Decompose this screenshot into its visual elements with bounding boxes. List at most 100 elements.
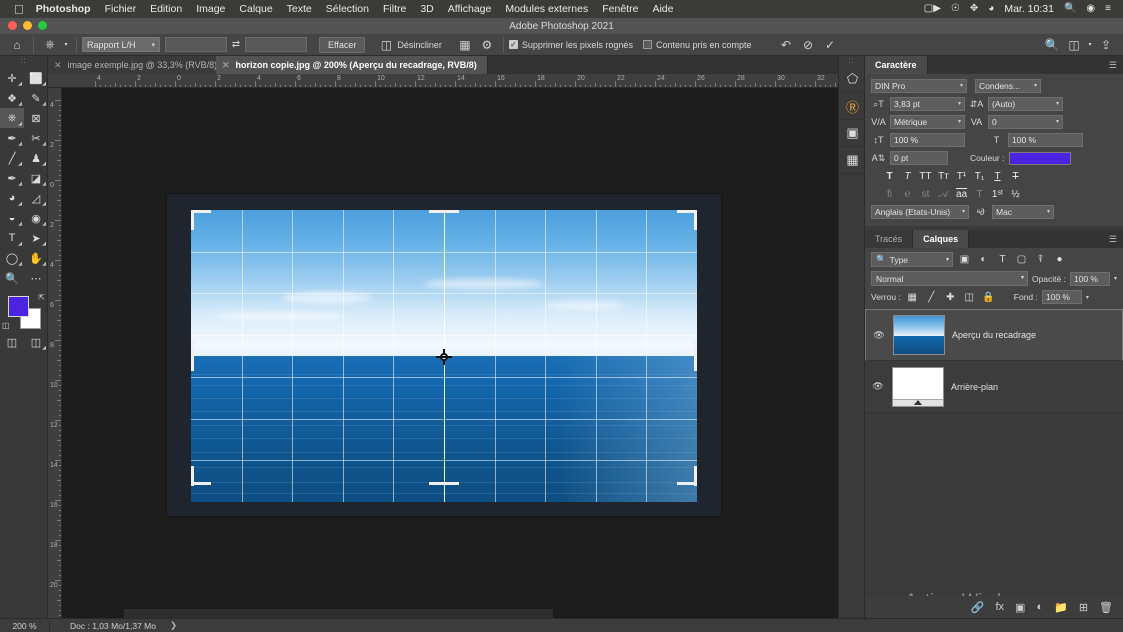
layer-row-arriere-plan[interactable]: 👁 Arrière-plan [865, 361, 1123, 413]
close-icon[interactable]: ✕ [222, 60, 230, 71]
tool-preset-chevron-icon[interactable]: ▾ [61, 35, 71, 55]
screen-record-icon[interactable]: ▢▶ [924, 4, 941, 14]
aspect-ratio-select[interactable]: Rapport L/H ▾ [82, 37, 160, 52]
control-center-icon[interactable]: ≡ [1105, 4, 1111, 14]
menu-fenetre[interactable]: Fenêtre [602, 3, 638, 15]
baseline-shift-input[interactable]: 0 pt [890, 151, 948, 165]
crop-tool-icon[interactable]: ⎈ [39, 35, 61, 55]
zoom-level[interactable]: 200 % [0, 620, 50, 631]
document-canvas[interactable] [167, 194, 721, 516]
tab-traces[interactable]: Tracés [865, 230, 914, 248]
eyedropper-tool[interactable]: ✒ ◢ [0, 128, 24, 148]
eye-icon[interactable]: 👁 [871, 381, 885, 392]
menu-calque[interactable]: Calque [239, 3, 272, 15]
chevron-down-icon[interactable]: ▾ [1114, 275, 1117, 282]
lock-artboard-icon[interactable]: ◫ [962, 292, 977, 303]
all-caps-icon[interactable]: TT [917, 169, 934, 184]
adjustments-panel-icon[interactable]: ▣ [839, 120, 866, 147]
delete-cropped-pixels-checkbox[interactable]: Supprimer les pixels rognés [508, 40, 633, 50]
quick-selection-tool[interactable]: ✎ ◢ [24, 88, 48, 108]
libraries-panel-icon[interactable]: ▦ [839, 147, 866, 174]
vertical-scale-input[interactable]: 100 % [890, 133, 965, 147]
contextual-alternates-icon[interactable]: ℮ [899, 187, 916, 202]
frame-tool[interactable]: ⊠ [24, 108, 48, 128]
content-aware-checkbox[interactable]: Contenu pris en compte [642, 40, 752, 50]
crop-handle-bottom-left[interactable] [191, 482, 211, 485]
leading-input[interactable]: (Auto) ▾ [988, 97, 1063, 111]
swash-icon[interactable]: 𝒜 [935, 187, 952, 202]
stylistic-alternates-icon[interactable]: T [971, 187, 988, 202]
horizontal-scale-input[interactable]: 100 % [1008, 133, 1083, 147]
menu-modules-externes[interactable]: Modules externes [505, 3, 588, 15]
smart-object-filter-icon[interactable]: ⍒ [1033, 254, 1048, 265]
link-layers-icon[interactable]: 🔗 [971, 601, 985, 614]
font-size-input[interactable]: 3,83 pt ▾ [890, 97, 965, 111]
tab-caractere[interactable]: Caractère [865, 56, 928, 74]
type-filter-icon[interactable]: T [995, 254, 1010, 265]
chevron-down-icon[interactable]: ▾ [1086, 294, 1089, 301]
menu-filtre[interactable]: Filtre [383, 3, 406, 15]
crop-handle-bottom-left-v[interactable] [191, 466, 194, 486]
discretionary-ligatures-icon[interactable]: st [917, 187, 934, 202]
underline-icon[interactable]: T [989, 169, 1006, 184]
ordinals-icon[interactable]: 1ˢᵗ [989, 187, 1006, 202]
eye-icon[interactable]: 👁 [872, 330, 886, 341]
filter-toggle-icon[interactable]: ● [1052, 254, 1067, 265]
menu-fichier[interactable]: Fichier [105, 3, 137, 15]
crop-handle-top-right-v[interactable] [694, 210, 697, 230]
cancel-icon[interactable]: ⊘ [797, 35, 819, 55]
panel-drag-handle[interactable]: :: [839, 56, 864, 66]
canvas-horizontal-scrollbar[interactable] [124, 609, 553, 618]
wifi-icon[interactable]: ◕ [988, 4, 994, 14]
menu-affichage[interactable]: Affichage [448, 3, 492, 15]
layer-thumbnail[interactable] [893, 315, 945, 355]
status-expand-arrow-icon[interactable]: ❯ [156, 620, 177, 631]
shape-filter-icon[interactable]: ▢ [1014, 254, 1029, 265]
menu-aide[interactable]: Aide [652, 3, 673, 15]
minimize-window-button[interactable] [23, 21, 32, 30]
tab-calques[interactable]: Calques [913, 230, 970, 248]
opacity-input[interactable]: 100 % [1069, 271, 1110, 286]
small-caps-icon[interactable]: Tт [935, 169, 952, 184]
share-icon[interactable]: ⇪ [1095, 35, 1117, 55]
quick-mask-icon[interactable]: ◫ [0, 332, 24, 352]
menu-image[interactable]: Image [196, 3, 225, 15]
layer-filter-select[interactable]: 🔍 Type ▾ [871, 252, 953, 267]
search-icon[interactable]: 🔍 [1041, 35, 1063, 55]
menu-edition[interactable]: Edition [150, 3, 182, 15]
apple-icon[interactable]:  [14, 3, 24, 16]
siri-icon[interactable]: ◉ [1086, 4, 1095, 14]
antialias-select[interactable]: Mac ▾ [992, 205, 1054, 219]
panel-menu-icon[interactable]: ☰ [1109, 60, 1117, 71]
move-tool[interactable]: ✛ ◢ [0, 68, 24, 88]
font-style-select[interactable]: Condens... ▾ [975, 79, 1041, 93]
crop-handle-bottom-right-v[interactable] [694, 466, 697, 486]
layer-style-icon[interactable]: fx [995, 601, 1004, 613]
adjustment-layer-icon[interactable]: ◐ [1036, 601, 1043, 613]
chevron-down-icon[interactable]: ▾ [1085, 35, 1095, 55]
layer-mask-icon[interactable]: ▣ [1015, 601, 1025, 614]
close-window-button[interactable] [8, 21, 17, 30]
grid-overlay-icon[interactable]: ▦ [454, 35, 476, 55]
new-layer-icon[interactable]: ⊞ [1079, 601, 1088, 614]
crop-height-input[interactable] [245, 37, 307, 52]
layer-row-apercu-du-recadrage[interactable]: 👁 Aperçu du recadrage [865, 309, 1123, 361]
creative-cloud-icon[interactable]: ☉ [951, 4, 960, 14]
titling-alternates-icon[interactable]: aa [953, 187, 970, 202]
maximize-window-button[interactable] [38, 21, 47, 30]
screen-mode-icon[interactable]: ◫ ◢ [24, 332, 48, 352]
menu-photoshop[interactable]: Photoshop [36, 3, 91, 15]
adjustment-filter-icon[interactable]: ◐ [976, 254, 991, 265]
camera-raw-icon[interactable]: Ⓡ [839, 93, 866, 120]
crop-handle-top-left-v[interactable] [191, 210, 194, 230]
swap-dimensions-icon[interactable]: ⇄ [227, 39, 245, 50]
workspace-icon[interactable]: ◫ [1063, 35, 1085, 55]
horizontal-ruler[interactable]: 4 2 0 2 4 6 8 10 12 14 16 18 20 22 24 26 28 30 32 [48, 74, 838, 88]
lock-all-icon[interactable]: 🔒 [981, 292, 996, 303]
language-select[interactable]: Anglais (Etats-Unis) ▾ [871, 205, 969, 219]
tracking-input[interactable]: 0 ▾ [988, 115, 1063, 129]
blend-mode-select[interactable]: Normal ▾ [871, 271, 1028, 286]
kerning-input[interactable]: Métrique ▾ [890, 115, 965, 129]
path-selection-tool[interactable]: ➤ ◢ [24, 228, 48, 248]
menu-3d[interactable]: 3D [420, 3, 433, 15]
